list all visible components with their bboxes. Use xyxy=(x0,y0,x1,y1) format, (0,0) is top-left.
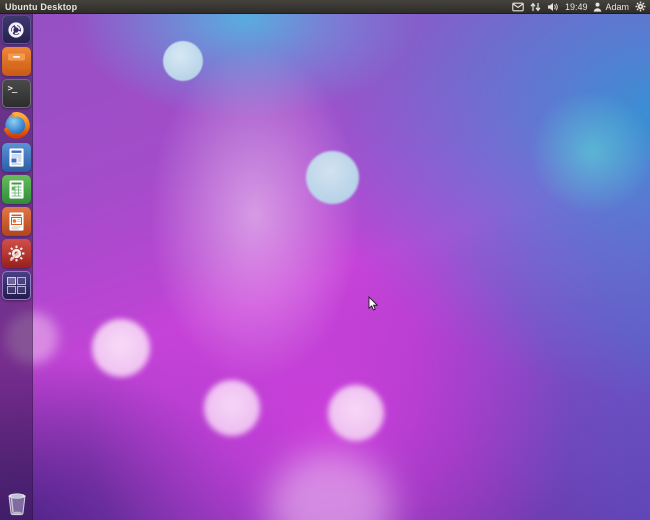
workspace-switcher-icon xyxy=(6,277,26,294)
launcher-item-libreoffice-impress[interactable] xyxy=(1,207,31,236)
bokeh-circle-pink xyxy=(328,385,384,441)
trash-icon xyxy=(7,492,26,515)
network-transfer-icon[interactable] xyxy=(530,2,541,12)
launcher-item-workspace-switcher[interactable] xyxy=(1,271,31,300)
clock[interactable]: 19:49 xyxy=(565,2,588,12)
top-panel: Ubuntu Desktop 19:49 Adam xyxy=(0,0,650,14)
ubuntu-desktop: Ubuntu Desktop 19:49 Adam >_ xyxy=(0,0,650,520)
bokeh-circle-blue xyxy=(163,41,203,81)
mouse-cursor xyxy=(368,295,380,318)
launcher-item-firefox[interactable] xyxy=(2,111,31,140)
launcher-item-libreoffice-calc[interactable] xyxy=(1,175,31,204)
launcher-item-terminal[interactable]: >_ xyxy=(1,79,31,108)
libreoffice-calc-icon xyxy=(8,180,24,199)
dash-home-icon xyxy=(8,21,24,38)
desktop-wallpaper[interactable] xyxy=(0,0,650,520)
unity-launcher: >_ xyxy=(0,13,33,520)
bokeh-circle-pink xyxy=(92,319,150,377)
terminal-icon: >_ xyxy=(7,84,18,94)
firefox-icon xyxy=(3,112,30,139)
files-icon xyxy=(7,53,25,70)
session-gear-icon[interactable] xyxy=(635,1,646,12)
mail-icon[interactable] xyxy=(512,2,524,12)
user-icon xyxy=(594,2,602,12)
bokeh-circle-pink xyxy=(204,380,260,436)
bokeh-circle-blue xyxy=(306,151,359,204)
launcher-item-files[interactable] xyxy=(1,47,31,76)
launcher-item-system-settings[interactable] xyxy=(1,239,31,268)
launcher-item-libreoffice-writer[interactable] xyxy=(1,143,31,172)
panel-title: Ubuntu Desktop xyxy=(5,1,78,12)
bokeh-glow xyxy=(268,452,393,520)
libreoffice-writer-icon xyxy=(8,148,24,167)
launcher-item-dash-home[interactable] xyxy=(1,15,31,44)
user-menu[interactable]: Adam xyxy=(593,2,629,12)
launcher-item-trash[interactable] xyxy=(2,488,31,517)
indicator-tray: 19:49 Adam xyxy=(512,1,646,12)
libreoffice-impress-icon xyxy=(8,212,24,231)
user-name: Adam xyxy=(605,1,629,12)
system-settings-icon xyxy=(8,245,24,262)
volume-icon[interactable] xyxy=(547,2,559,12)
